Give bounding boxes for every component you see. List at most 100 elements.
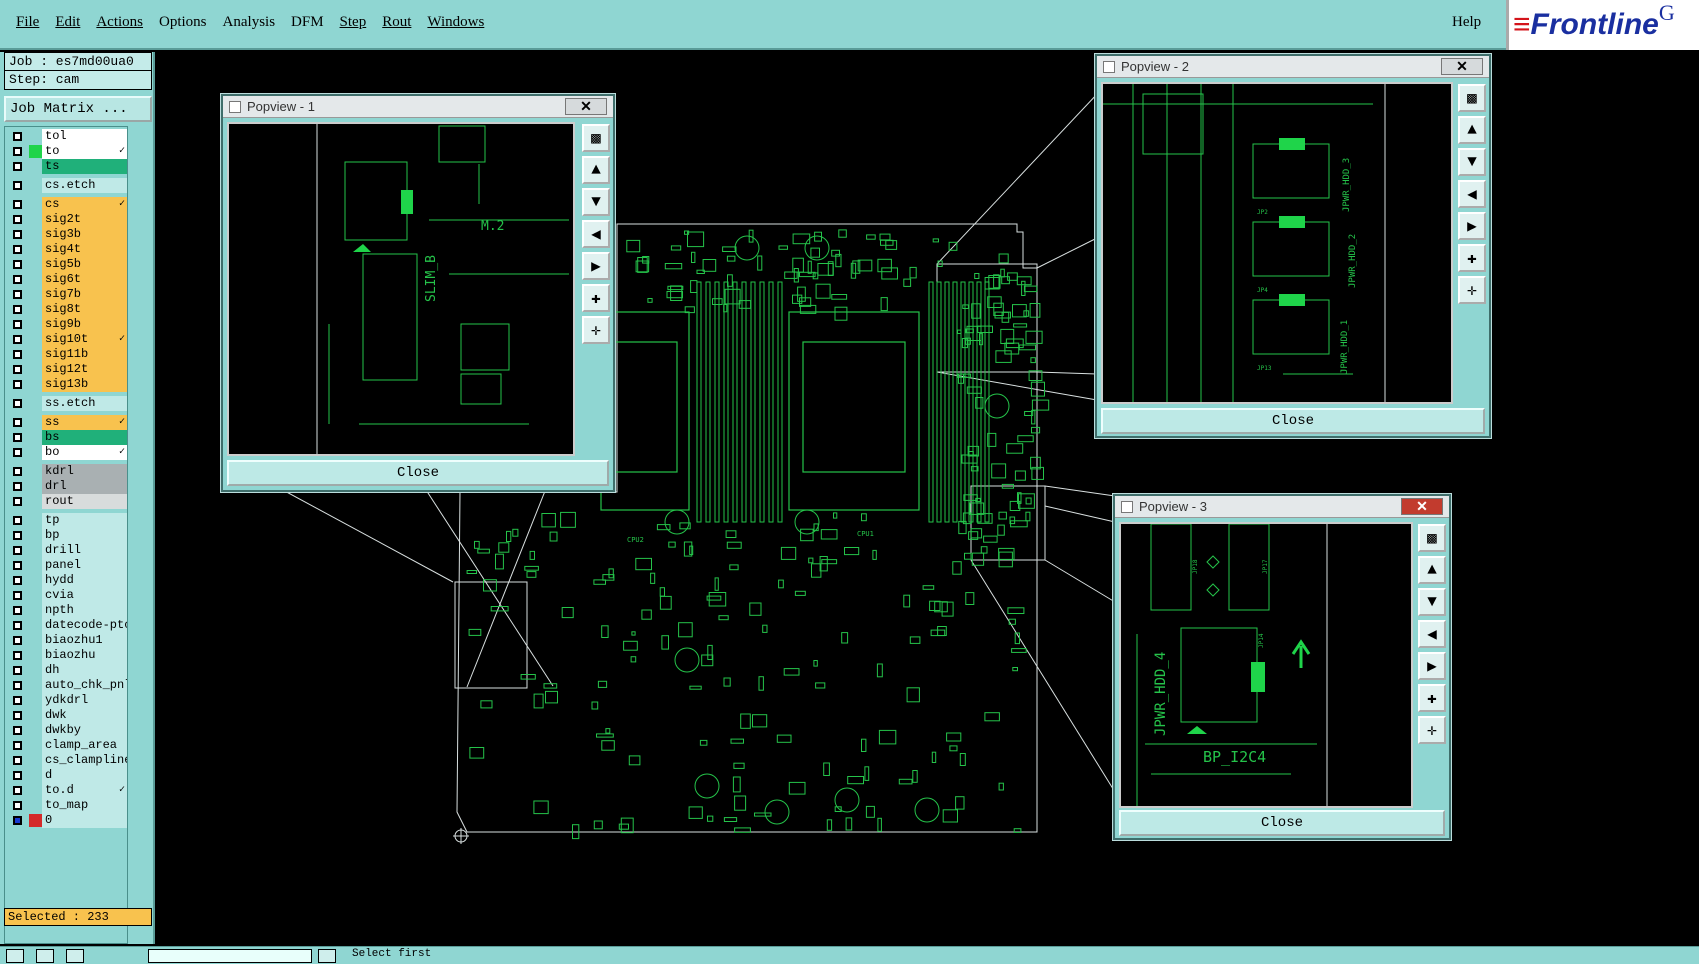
layer-row[interactable]: sig8t [5,302,127,317]
layer-checkbox[interactable] [13,801,22,810]
layer-color-swatch[interactable] [29,559,42,572]
layer-color-swatch[interactable] [29,769,42,782]
layer-checkbox[interactable] [13,816,22,825]
layer-checkbox[interactable] [13,786,22,795]
layer-row[interactable]: tp [5,513,127,528]
layer-row[interactable]: ss.etch [5,396,127,411]
layer-color-swatch[interactable] [29,397,42,410]
layer-color-swatch[interactable] [29,589,42,602]
layer-checkbox[interactable] [13,335,22,344]
layer-color-swatch[interactable] [29,273,42,286]
popview-3-titlebar[interactable]: Popview - 3 ✕ [1115,496,1449,518]
pan-right-icon[interactable]: ▶ [1418,652,1446,680]
pan-down-icon[interactable]: ▼ [1418,588,1446,616]
layer-name[interactable]: sig2t [42,212,127,227]
menu-step[interactable]: Step [332,12,375,33]
layer-checkbox[interactable] [13,606,22,615]
layer-name[interactable]: to.d [42,783,127,798]
layer-checkbox[interactable] [13,245,22,254]
layer-color-swatch[interactable] [29,363,42,376]
layer-color-swatch[interactable] [29,739,42,752]
layer-color-swatch[interactable] [29,784,42,797]
layer-row[interactable]: sig7b [5,287,127,302]
layer-row[interactable]: hydd [5,573,127,588]
popview-3-view[interactable]: JPWR_HDD_4 BP_I2C4 JP18 JP17 JP14 [1119,522,1413,808]
layer-row[interactable]: drill [5,543,127,558]
menu-rout[interactable]: Rout [374,12,419,33]
layer-name[interactable]: biaozhu1 [42,633,127,648]
layer-checkbox[interactable] [13,433,22,442]
pan-up-icon[interactable]: ▲ [582,156,610,184]
job-matrix-button[interactable]: Job Matrix ... [4,96,152,122]
layer-row[interactable]: sig2t [5,212,127,227]
layer-color-swatch[interactable] [29,679,42,692]
zoom-home-icon[interactable]: ▩ [582,124,610,152]
command-field[interactable] [148,949,312,963]
layer-row[interactable]: 0 [5,813,127,828]
layer-color-swatch[interactable] [29,694,42,707]
tool-a-icon[interactable] [6,949,24,963]
layer-row[interactable]: dwk [5,708,127,723]
layer-name[interactable]: biaozhu [42,648,127,663]
popview-2-view[interactable]: JPWR_HDD_3 JPWR_HDD_2 JPWR_HDD_1 JP2 JP4… [1101,82,1453,404]
layer-color-swatch[interactable] [29,574,42,587]
popview-1-close-icon[interactable]: ✕ [565,98,607,115]
layer-color-swatch[interactable] [29,318,42,331]
layer-color-swatch[interactable] [29,446,42,459]
layer-row[interactable]: sig4t [5,242,127,257]
layer-color-swatch[interactable] [29,145,42,158]
layer-checkbox[interactable] [13,260,22,269]
layer-name[interactable]: drl [42,479,127,494]
popview-1-close-button[interactable]: Close [227,460,609,486]
layer-row[interactable]: clamp_area [5,738,127,753]
layer-name[interactable]: sig5b [42,257,127,272]
layer-name[interactable]: sig11b [42,347,127,362]
layer-name[interactable]: hydd [42,573,127,588]
zoom-in-icon[interactable]: ✚ [1458,244,1486,272]
layer-color-swatch[interactable] [29,604,42,617]
layer-name[interactable]: kdrl [42,464,127,479]
layer-color-swatch[interactable] [29,709,42,722]
layer-row[interactable]: sig12t [5,362,127,377]
layer-color-swatch[interactable] [29,431,42,444]
graphic-canvas[interactable]: CPU2 CPU1 Popview - 1 ✕ M.2 SLIM_B ▩ ▲ ▼… [157,52,1699,944]
layer-name[interactable]: clamp_area [42,738,127,753]
layer-checkbox[interactable] [13,365,22,374]
layer-checkbox[interactable] [13,531,22,540]
layer-checkbox[interactable] [13,497,22,506]
pan-left-icon[interactable]: ◀ [1418,620,1446,648]
layer-checkbox[interactable] [13,681,22,690]
layer-checkbox[interactable] [13,482,22,491]
layer-name[interactable]: sig13b [42,377,127,392]
layer-checkbox[interactable] [13,621,22,630]
layer-color-swatch[interactable] [29,664,42,677]
layer-name[interactable]: ts [42,159,127,174]
layer-checkbox[interactable] [13,711,22,720]
pan-up-icon[interactable]: ▲ [1458,116,1486,144]
menu-windows[interactable]: Windows [419,12,492,33]
pan-up-icon[interactable]: ▲ [1418,556,1446,584]
layer-row[interactable]: cs ✓ [5,197,127,212]
layer-color-swatch[interactable] [29,160,42,173]
layer-name[interactable]: npth [42,603,127,618]
layer-name[interactable]: bs [42,430,127,445]
layer-checkbox[interactable] [13,230,22,239]
layer-checkbox[interactable] [13,418,22,427]
layer-row[interactable]: rout [5,494,127,509]
layer-checkbox[interactable] [13,181,22,190]
menu-edit[interactable]: Edit [47,12,88,33]
tool-d-icon[interactable] [318,949,336,963]
layer-color-swatch[interactable] [29,495,42,508]
layer-name[interactable]: datecode-ptc [42,618,127,633]
layer-color-swatch[interactable] [29,258,42,271]
layer-name[interactable]: sig9b [42,317,127,332]
layer-row[interactable]: biaozhu1 [5,633,127,648]
menu-actions[interactable]: Actions [88,12,151,33]
menu-options[interactable]: Options [151,12,215,33]
layer-color-swatch[interactable] [29,213,42,226]
layer-checkbox[interactable] [13,147,22,156]
layer-checkbox[interactable] [13,516,22,525]
layer-row[interactable]: to ✓ [5,144,127,159]
layer-name[interactable]: sig4t [42,242,127,257]
layer-checkbox[interactable] [13,162,22,171]
